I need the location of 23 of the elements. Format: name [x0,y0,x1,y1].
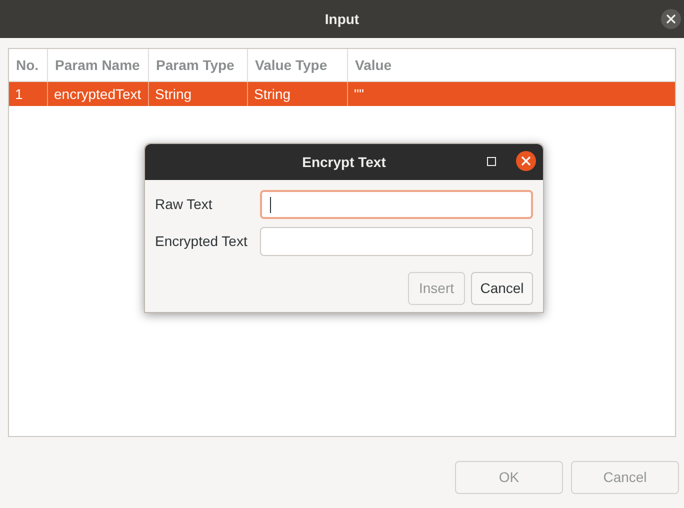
table-cell: String [248,82,348,106]
field-label: Encrypted Text [155,232,248,251]
close-button[interactable] [516,151,536,171]
column-header[interactable]: No. [9,49,48,81]
input-field[interactable] [260,227,533,256]
close-button[interactable] [661,9,681,29]
input-field[interactable] [260,190,533,219]
table-cell: String [149,82,248,106]
table-cell-text: "" [353,84,365,104]
column-header[interactable]: Value Type [248,49,348,81]
cancel-button[interactable]: Cancel [471,272,533,305]
close-icon [521,156,531,166]
table-cell: 1 [9,82,48,106]
table-cell: encryptedText [48,82,149,106]
window-title: Input [324,10,360,29]
field-label: Raw Text [155,195,214,214]
maximize-button[interactable] [487,157,496,166]
column-header[interactable]: Param Name [48,49,149,81]
dialog-title: Encrypt Text [302,152,386,172]
column-header[interactable]: Param Type [149,49,248,81]
table-row[interactable]: 1 encryptedText String String "" [9,82,675,106]
column-header[interactable]: Value [348,49,675,81]
close-icon [666,14,676,24]
